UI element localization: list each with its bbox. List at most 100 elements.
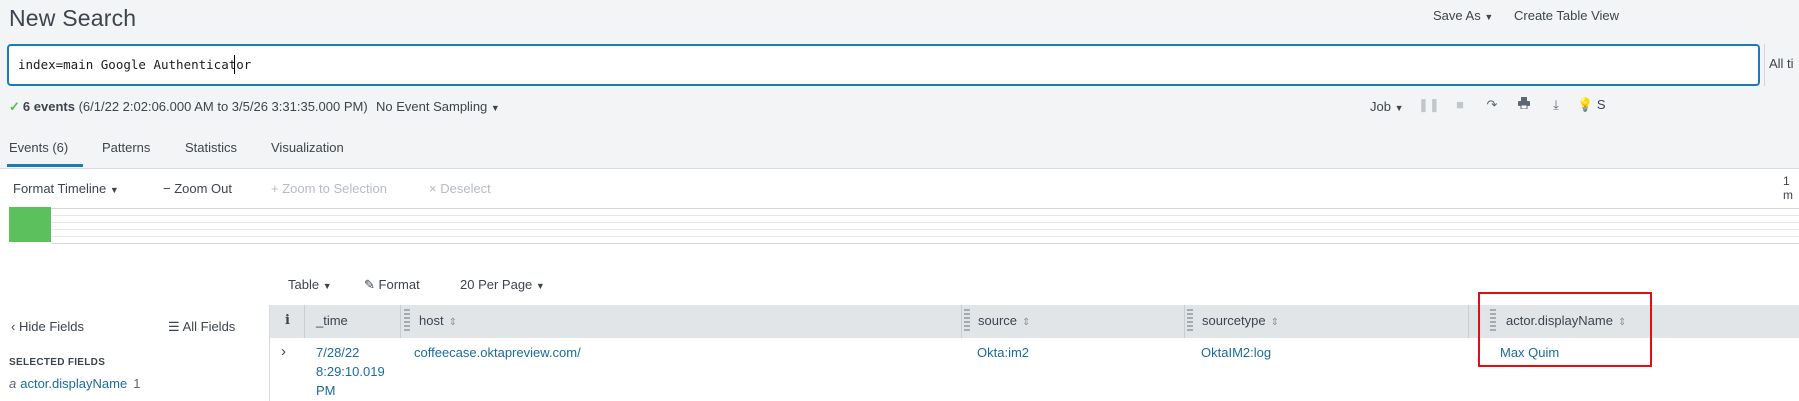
active-tab-indicator: [7, 164, 83, 167]
save-as-menu[interactable]: Save As ▼: [1433, 8, 1493, 23]
share-icon[interactable]: ↷: [1482, 97, 1502, 113]
column-header-sourcetype-label: sourcetype: [1202, 313, 1266, 328]
column-header-source-label: source: [978, 313, 1018, 328]
smart-mode-label: S: [1596, 97, 1606, 112]
zoom-to-selection-button[interactable]: + Zoom to Selection: [271, 181, 387, 196]
sort-icon: ⇕: [1270, 317, 1279, 328]
per-page-label: 20 Per Page: [460, 277, 533, 292]
tab-visualization[interactable]: Visualization: [271, 140, 344, 155]
event-sampling-dropdown[interactable]: No Event Sampling ▼: [376, 99, 500, 114]
column-header-host-label: host: [419, 313, 444, 328]
chevron-left-icon: ‹: [11, 319, 16, 334]
caret-down-icon: ▼: [490, 103, 500, 113]
text-cursor: [234, 55, 235, 74]
column-divider: [1184, 305, 1185, 338]
check-icon: ✓: [9, 99, 20, 114]
print-icon[interactable]: [1514, 97, 1534, 112]
timeline-gridline: [52, 222, 1799, 223]
chevron-right-icon[interactable]: ›: [281, 343, 286, 360]
deselect-button[interactable]: × Deselect: [429, 181, 491, 196]
zoom-out-label: Zoom Out: [174, 181, 233, 196]
search-input[interactable]: index=main Google Authenticator: [7, 44, 1760, 86]
highlight-annotation: [1478, 292, 1652, 367]
drag-handle-icon[interactable]: [1187, 309, 1193, 333]
column-divider: [961, 305, 962, 338]
tab-events[interactable]: Events (6): [9, 140, 68, 155]
list-icon: ☰: [168, 319, 180, 334]
table-cell-source[interactable]: Okta:im2: [977, 345, 1029, 360]
zoom-to-selection-label: Zoom to Selection: [282, 181, 387, 196]
sort-icon: ⇕: [1022, 317, 1031, 328]
job-label: Job: [1370, 99, 1391, 114]
event-time-range: (6/1/22 2:02:06.000 AM to 3/5/26 3:31:35…: [78, 99, 368, 114]
page-title: New Search: [9, 5, 137, 31]
field-count: 1: [133, 376, 141, 391]
tab-statistics[interactable]: Statistics: [185, 140, 237, 155]
smart-mode-menu[interactable]: 💡 S: [1577, 97, 1605, 113]
column-header-sourcetype[interactable]: sourcetype ⇕: [1202, 313, 1279, 328]
format-label: Format: [378, 277, 420, 292]
column-divider: [304, 305, 305, 338]
lightbulb-icon: 💡: [1577, 97, 1594, 112]
time-line: 8:29:10.019: [316, 364, 385, 379]
column-header-time[interactable]: _time: [316, 313, 348, 328]
hide-fields-label: Hide Fields: [18, 319, 84, 334]
close-icon: ×: [429, 181, 437, 196]
job-menu[interactable]: Job ▼: [1370, 99, 1404, 114]
plus-icon: +: [271, 181, 279, 196]
caret-down-icon: ▼: [1484, 12, 1494, 22]
table-view-menu[interactable]: Table ▼: [288, 277, 332, 292]
drag-handle-icon[interactable]: [964, 309, 970, 333]
table-cell-host[interactable]: coffeecase.oktapreview.com/: [414, 345, 581, 360]
table-cell-sourcetype[interactable]: OktaIM2:log: [1201, 345, 1271, 360]
caret-down-icon: ▼: [109, 185, 119, 195]
time-line: PM: [316, 383, 336, 398]
search-summary: ✓ 6 events (6/1/22 2:02:06.000 AM to 3/5/…: [9, 99, 368, 115]
timeline-scale-label: 1 m: [1783, 174, 1793, 202]
time-range-picker[interactable]: All ti: [1769, 56, 1794, 71]
time-picker-divider: [1764, 44, 1765, 86]
drag-handle-icon[interactable]: [404, 309, 410, 333]
results-tabs: [0, 127, 1799, 169]
sort-icon: ⇕: [448, 317, 457, 328]
pause-icon[interactable]: ❚❚: [1418, 97, 1440, 113]
table-cell-time[interactable]: 7/28/22 8:29:10.019 PM: [316, 343, 385, 400]
per-page-menu[interactable]: 20 Per Page ▼: [460, 277, 545, 292]
minus-icon: −: [163, 181, 171, 196]
search-query-text: index=main Google Authenticator: [18, 57, 252, 72]
table-view-label: Table: [288, 277, 320, 292]
timeline-baseline: [52, 243, 1799, 244]
field-type-indicator: a: [9, 376, 17, 391]
hide-fields-button[interactable]: ‹ Hide Fields: [11, 319, 84, 334]
all-fields-button[interactable]: ☰ All Fields: [168, 319, 235, 335]
selected-fields-heading: SELECTED FIELDS: [9, 357, 106, 368]
timeline-gridline: [52, 229, 1799, 230]
column-divider: [1468, 305, 1469, 338]
timeline-gridline: [52, 236, 1799, 237]
caret-down-icon: ▼: [1394, 103, 1404, 113]
field-list-item[interactable]: a actor.displayName 1: [9, 376, 140, 391]
column-divider: [400, 305, 401, 338]
pencil-icon: ✎: [364, 277, 375, 292]
caret-down-icon: ▼: [535, 281, 545, 291]
field-name: actor.displayName: [20, 376, 128, 391]
event-sampling-label: No Event Sampling: [376, 99, 488, 114]
stop-icon[interactable]: ■: [1450, 97, 1470, 112]
download-icon[interactable]: ⤓: [1546, 97, 1566, 113]
format-menu[interactable]: ✎ Format: [364, 277, 420, 293]
format-timeline-label: Format Timeline: [13, 181, 107, 196]
save-as-label: Save As: [1433, 8, 1481, 23]
caret-down-icon: ▼: [322, 281, 332, 291]
timeline-bar[interactable]: [9, 207, 51, 242]
info-column-header: i: [285, 313, 290, 328]
zoom-out-button[interactable]: − Zoom Out: [163, 181, 232, 196]
time-line: 7/28/22: [316, 345, 360, 360]
column-header-source[interactable]: source ⇕: [978, 313, 1030, 328]
create-table-view-link[interactable]: Create Table View: [1514, 8, 1619, 23]
all-fields-label: All Fields: [182, 319, 236, 334]
column-header-host[interactable]: host ⇕: [419, 313, 457, 328]
tab-patterns[interactable]: Patterns: [102, 140, 150, 155]
deselect-label: Deselect: [440, 181, 491, 196]
format-timeline-menu[interactable]: Format Timeline ▼: [13, 181, 119, 196]
timeline-axis-top: [9, 208, 1799, 209]
